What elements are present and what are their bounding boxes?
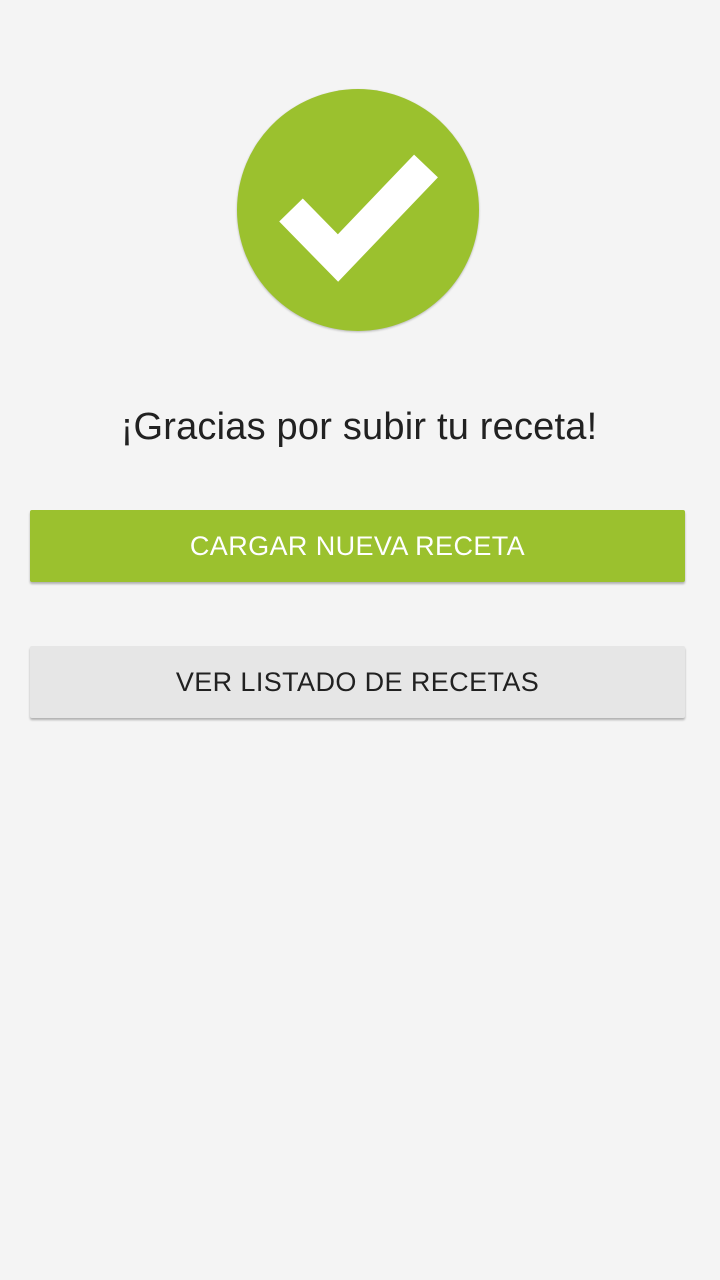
upload-new-recipe-label: CARGAR NUEVA RECETA: [189, 530, 526, 561]
upload-new-recipe-button[interactable]: CARGAR NUEVA RECETA: [30, 510, 685, 582]
view-recipe-list-label: VER LISTADO DE RECETAS: [175, 666, 540, 697]
thank-you-screen: ¡Gracias por subir tu receta! CARGAR NUE…: [0, 0, 720, 1280]
success-badge: [237, 89, 479, 331]
view-recipe-list-button[interactable]: VER LISTADO DE RECETAS: [30, 646, 685, 718]
check-icon: [279, 154, 438, 282]
thank-you-message: ¡Gracias por subir tu receta!: [120, 406, 598, 448]
